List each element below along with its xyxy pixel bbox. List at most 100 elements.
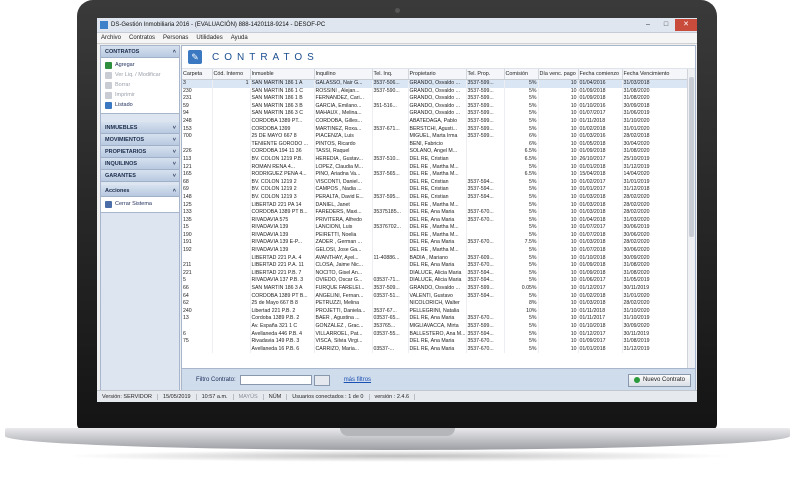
sidebar-group-inmuebles[interactable]: INMUEBLES ˅ bbox=[101, 122, 179, 134]
table-row[interactable]: 192 RIVADAVIA 139 GELOSI, Jose Ga... DEL RE… bbox=[182, 247, 688, 255]
table-row[interactable]: 94 SAN MARTIN 186 3 C MAHAUX , Melina... GR… bbox=[182, 110, 688, 118]
sidebar-item-ver-modificar[interactable]: Ver Liq. / Modificar bbox=[101, 70, 179, 80]
table-cell: 10 bbox=[538, 330, 579, 339]
sidebar-item-imprimir[interactable]: Imprimir bbox=[101, 90, 179, 100]
table-cell bbox=[212, 315, 251, 323]
table-cell: 165 bbox=[182, 171, 213, 179]
table-cell: 25/10/2019 bbox=[622, 155, 688, 164]
table-row[interactable]: 125 LIBERTAD 221 PA 14 DANIEL, Janet DEL RE… bbox=[182, 201, 688, 210]
maximize-button[interactable]: □ bbox=[657, 19, 675, 31]
column-header[interactable]: Fecha Vencimiento bbox=[622, 69, 688, 80]
table-row[interactable]: 62 25 de Mayo 667 B 8 PETRUZZI, Melina NICO… bbox=[182, 300, 688, 308]
table-row[interactable]: Av. España 321 1 C GONZALEZ , Grac... 3537… bbox=[182, 323, 688, 331]
table-row[interactable]: 64 CORDOBA 1389 PT B... ANGELINI, Fernan..… bbox=[182, 292, 688, 301]
menu-personas[interactable]: Personas bbox=[159, 35, 192, 41]
table-row[interactable]: 133 CORDOBA 1389 PT B... FAREDERS, Maxi...… bbox=[182, 209, 688, 217]
table-row[interactable]: 226 CORDOBA 194 11 36 TASSI, Raquel SOLANO,… bbox=[182, 148, 688, 156]
menu-ayuda[interactable]: Ayuda bbox=[227, 35, 252, 41]
table-cell bbox=[372, 262, 409, 270]
table-row[interactable]: 190 RIVADAVIA 139 PEIRETTI, Noelia DEL RE ,… bbox=[182, 231, 688, 240]
table-cell: AVANTHAY, Ayel... bbox=[314, 254, 373, 263]
sidebar-group-garantes[interactable]: GARANTES ˅ bbox=[101, 170, 179, 182]
table-row[interactable]: TENIENTE GORODO ... PINTOS, Ricardo BENI, … bbox=[182, 140, 688, 149]
sidebar-group-movimientos[interactable]: MOVIMIENTOS ˅ bbox=[101, 134, 179, 146]
column-header[interactable]: Tel. Prop. bbox=[466, 69, 505, 80]
table-row[interactable]: 240 Libertad 221 P.B. 2 PROJETTI, Daniela.… bbox=[182, 307, 688, 316]
filter-search-button[interactable] bbox=[313, 374, 330, 386]
table-row[interactable]: 66 SAN MARTIN 186 3 A FURQUE FARELEI... 353… bbox=[182, 285, 688, 293]
contracts-grid[interactable]: Carpeta Cód. Interno Inmueble Inquilino Tel.… bbox=[182, 69, 695, 368]
column-header[interactable]: Inquilino bbox=[314, 69, 373, 80]
table-cell bbox=[466, 231, 505, 240]
sidebar-item-cerrar-sistema[interactable]: Cerrar Sistema bbox=[101, 199, 179, 209]
table-row[interactable]: 700 25 DE MAYO 667 8 PIACENZA, Luis MIGUEL,… bbox=[182, 133, 688, 141]
column-header[interactable]: Propietario bbox=[408, 69, 467, 80]
table-row[interactable]: 3 1 SAN MARTIN 186 1 A GALASSO, Nair G... 35… bbox=[182, 79, 688, 88]
table-row[interactable]: 248 CORDOBA 1389 PT... CORDOBA, Gilles... A… bbox=[182, 117, 688, 126]
column-header[interactable]: Comisión bbox=[504, 69, 539, 80]
table-cell: 01/09/2018 bbox=[578, 262, 623, 270]
table-cell: LIBERTAD 221 P.A. 4 bbox=[250, 254, 315, 263]
scrollbar-thumb[interactable] bbox=[689, 77, 694, 237]
laptop-notch bbox=[340, 428, 455, 436]
table-cell: 15/04/2018 bbox=[578, 171, 623, 179]
table-cell bbox=[212, 224, 251, 232]
table-cell bbox=[212, 277, 251, 286]
more-filters-link[interactable]: más filtros bbox=[344, 377, 371, 383]
sidebar-item-listado[interactable]: Listado bbox=[101, 100, 179, 110]
table-cell: PEIRETTI, Noelia bbox=[314, 231, 373, 240]
minimize-button[interactable]: – bbox=[639, 19, 657, 31]
table-cell: NOCITO, Gisel An... bbox=[314, 269, 373, 278]
table-cell: 01/02/2018 bbox=[578, 125, 623, 134]
sidebar-group-contratos[interactable]: CONTRATOS ˄ bbox=[101, 46, 179, 58]
table-row[interactable]: 221 LIBERTAD 221 P.B. 7 NOCITO, Gisel An..… bbox=[182, 269, 688, 278]
table-row[interactable]: 6 Avellaneda 446 P.B. 4 VILLARROEL, Pat...… bbox=[182, 330, 688, 339]
table-row[interactable]: 69 BV. COLON 1219 2 CAMPOS , Nadia ... DEL … bbox=[182, 186, 688, 194]
table-cell: CORDOBA 1389 PT B... bbox=[250, 209, 315, 217]
table-row[interactable]: 231 SAN MARTIN 186 1 B FERNANDEZ, Cari... G… bbox=[182, 95, 688, 103]
column-header[interactable]: Cód. Interno bbox=[212, 69, 251, 80]
table-cell: 191 bbox=[182, 239, 213, 248]
menu-contratos[interactable]: Contratos bbox=[125, 35, 159, 41]
table-row[interactable]: 5 RIVADAVIA 137 P.B. 3 OVIEDO, Oscar G... 0… bbox=[182, 277, 688, 286]
table-row[interactable]: 113 BV. COLON 1219 P.B. HEREDIA , Gustav..… bbox=[182, 155, 688, 164]
table-cell bbox=[212, 163, 251, 172]
menu-archivo[interactable]: Archivo bbox=[97, 35, 125, 41]
table-cell bbox=[212, 133, 251, 141]
vertical-scrollbar[interactable] bbox=[687, 69, 695, 368]
table-cell: 5% bbox=[504, 338, 539, 346]
table-row[interactable]: Avellaneda 16 P.B. 6 CARRIZO, Maria... 035… bbox=[182, 345, 688, 354]
column-header[interactable]: Día venc. pago bbox=[538, 69, 579, 80]
table-cell bbox=[212, 330, 251, 339]
table-row[interactable]: 121 ROMAN REÑA 4... LOPEZ, Claudia M... DEL… bbox=[182, 163, 688, 172]
close-button[interactable]: ✕ bbox=[675, 19, 697, 31]
table-row[interactable]: 13 Cordoba 1389 P.B. 2 BAER , Agustina ...… bbox=[182, 315, 688, 323]
table-row[interactable]: 230 SAN MARTIN 186 1 C ROSSINI , Alejan...… bbox=[182, 87, 688, 96]
table-row[interactable]: 148 BV. COLON 1219 3 PERALTA, David E... 35… bbox=[182, 193, 688, 202]
sidebar-group-inquilinos[interactable]: INQUILINOS ˅ bbox=[101, 158, 179, 170]
table-row[interactable]: 59 SAN MARTIN 186 3 B GARCIA, Emilano... 35… bbox=[182, 102, 688, 111]
filter-input[interactable] bbox=[239, 375, 312, 385]
table-row[interactable]: 153 CORDOBA 1399 MARTINEZ, Roxa... 3537-671… bbox=[182, 125, 688, 134]
column-header[interactable]: Inmueble bbox=[250, 69, 315, 80]
table-row[interactable]: 191 RIVADAVIA 139 E-P... ZADER , German ..… bbox=[182, 239, 688, 248]
sidebar-item-agregar[interactable]: Agregar bbox=[101, 60, 179, 70]
table-cell: 01/09/2018 bbox=[578, 95, 623, 103]
column-header[interactable]: Fecha comienzo bbox=[578, 69, 623, 80]
menu-utilidades[interactable]: Utilidades bbox=[192, 35, 226, 41]
table-row[interactable]: 211 LIBERTAD 221 P.A. 11 CLOSA, Jaime Nic.… bbox=[182, 262, 688, 270]
table-row[interactable]: 15 RIVADAVIA 139 LANCIONI, Luis 35376702...… bbox=[182, 224, 688, 232]
table-row[interactable]: 165 RODRIGUEZ PEÑA 4... PINO, Ariadna Va..… bbox=[182, 171, 688, 179]
table-row[interactable]: LIBERTAD 221 P.A. 4 AVANTHAY, Ayel... 11-4… bbox=[182, 254, 688, 263]
new-contract-button[interactable]: Nuevo Contrato bbox=[627, 373, 691, 387]
table-cell: GRANDO, Osvaldo ... bbox=[408, 110, 467, 118]
table-row[interactable]: 75 Rivadavia 149 P.B. 3 VISCA, Silvia Virg… bbox=[182, 338, 688, 346]
sidebar-group-propietarios[interactable]: PROPIETARIOS ˅ bbox=[101, 146, 179, 158]
sidebar-group-acciones[interactable]: Acciones ˄ bbox=[101, 185, 179, 197]
sidebar-item-borrar[interactable]: Borrar bbox=[101, 80, 179, 90]
column-header[interactable]: Carpeta bbox=[182, 69, 213, 80]
table-row[interactable]: 68 BV. COLON 1219 2 VISCONTI, Daniel... DEL… bbox=[182, 178, 688, 187]
table-row[interactable]: 135 RIVADAVIA 575 PRIVITERA, Alfredo DEL RE… bbox=[182, 216, 688, 225]
column-header[interactable]: Tel. Inq. bbox=[372, 69, 409, 80]
table-cell: 5% bbox=[504, 345, 539, 354]
